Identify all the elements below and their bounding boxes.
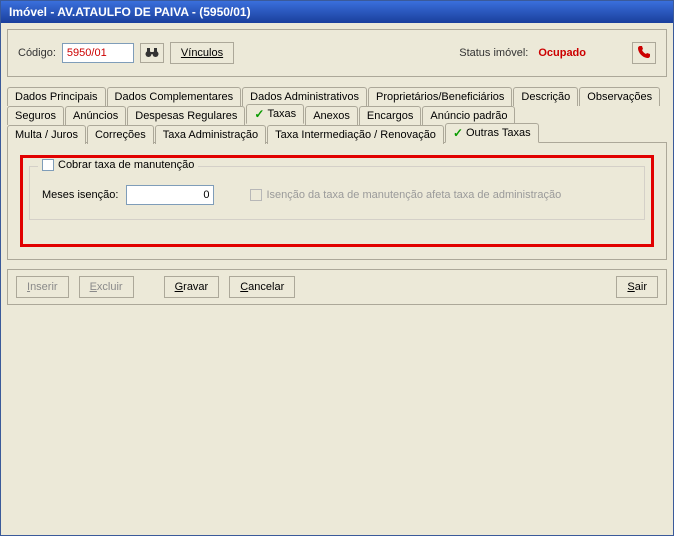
tab-outras-taxas[interactable]: ✓Outras Taxas — [445, 123, 539, 143]
tab-row-1: Dados Principais Dados Complementares Da… — [7, 85, 667, 105]
isencao-afeta-checkbox: Isenção da taxa de manutenção afeta taxa… — [250, 189, 561, 201]
tab-content: Cobrar taxa de manutenção Meses isenção:… — [7, 142, 667, 260]
btn-text: xcluir — [97, 281, 123, 293]
check-icon: ✓ — [254, 107, 264, 121]
sair-button[interactable]: Sair — [616, 276, 658, 298]
window-titlebar: Imóvel - AV.ATAULFO DE PAIVA - (5950/01) — [1, 1, 673, 23]
search-button[interactable] — [140, 43, 164, 63]
tab-multa-juros[interactable]: Multa / Juros — [7, 125, 86, 144]
cancelar-button[interactable]: Cancelar — [229, 276, 295, 298]
check-icon: ✓ — [453, 126, 463, 140]
btn-text: ravar — [183, 281, 208, 293]
checkbox-icon — [250, 189, 262, 201]
tab-taxa-administracao[interactable]: Taxa Administração — [155, 125, 266, 144]
status-value: Ocupado — [538, 47, 586, 59]
header-panel: Código: Vínculos Status imóvel: Ocupado — [7, 29, 667, 77]
window-title: Imóvel - AV.ATAULFO DE PAIVA - (5950/01) — [9, 5, 251, 19]
phone-icon — [637, 45, 651, 62]
binoculars-icon — [145, 46, 159, 61]
isencao-afeta-label: Isenção da taxa de manutenção afeta taxa… — [266, 189, 561, 201]
phone-button[interactable] — [632, 42, 656, 64]
highlight-box: Cobrar taxa de manutenção Meses isenção:… — [20, 155, 654, 247]
manutencao-group: Cobrar taxa de manutenção Meses isenção:… — [29, 166, 645, 220]
excluir-button[interactable]: Excluir — [79, 276, 134, 298]
meses-isencao-input[interactable] — [126, 185, 214, 205]
tab-row-3: Multa / Juros Correções Taxa Administraç… — [7, 123, 667, 143]
btn-text: nserir — [30, 281, 58, 293]
inserir-button[interactable]: Inserir — [16, 276, 69, 298]
tab-row-2: Seguros Anúncios Despesas Regulares ✓Tax… — [7, 104, 667, 124]
tab-taxas[interactable]: ✓Taxas — [246, 104, 304, 124]
meses-isencao-label: Meses isenção: — [42, 189, 118, 201]
group-legend-label: Cobrar taxa de manutenção — [58, 159, 194, 171]
cobrar-taxa-checkbox[interactable] — [42, 159, 54, 171]
status-label: Status imóvel: — [459, 47, 528, 59]
btn-text: ancelar — [248, 281, 284, 293]
code-label: Código: — [18, 47, 56, 59]
gravar-button[interactable]: Gravar — [164, 276, 220, 298]
btn-text: air — [635, 281, 647, 293]
tab-taxa-intermediacao[interactable]: Taxa Intermediação / Renovação — [267, 125, 444, 144]
bottom-toolbar: Inserir Excluir Gravar Cancelar Sair — [7, 269, 667, 305]
vinculos-button[interactable]: Vínculos — [170, 42, 234, 64]
code-input[interactable] — [62, 43, 134, 63]
tab-correcoes[interactable]: Correções — [87, 125, 154, 144]
